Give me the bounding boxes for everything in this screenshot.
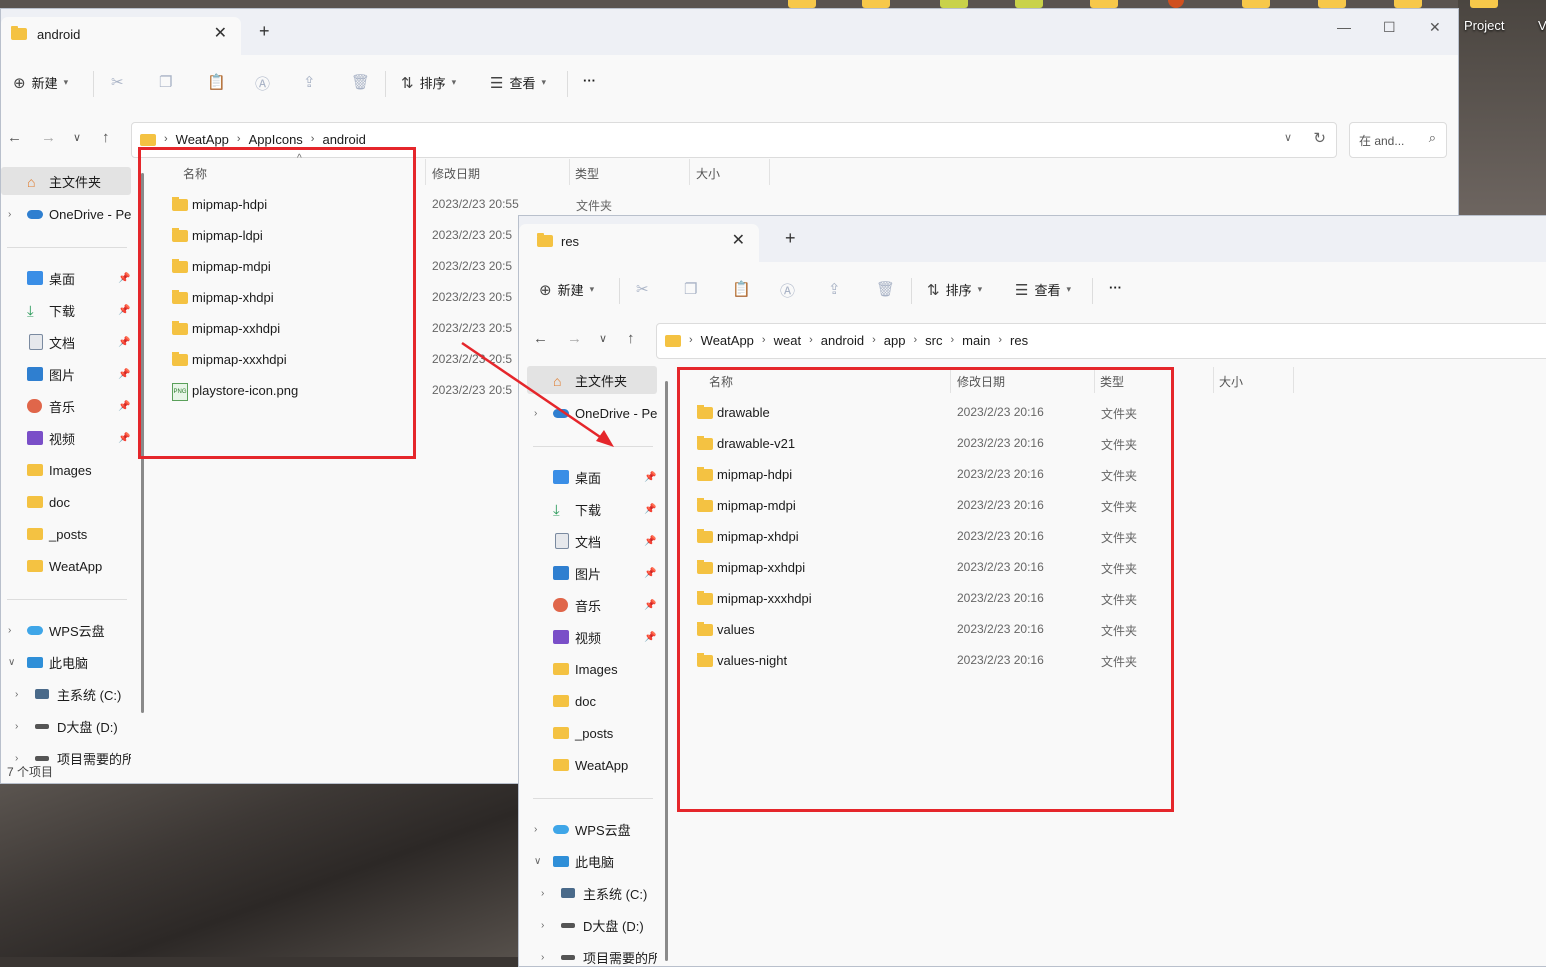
- arrow-line: [461, 341, 607, 443]
- annotation-arrow: [461, 341, 614, 447]
- arrow-head-icon: [596, 430, 614, 447]
